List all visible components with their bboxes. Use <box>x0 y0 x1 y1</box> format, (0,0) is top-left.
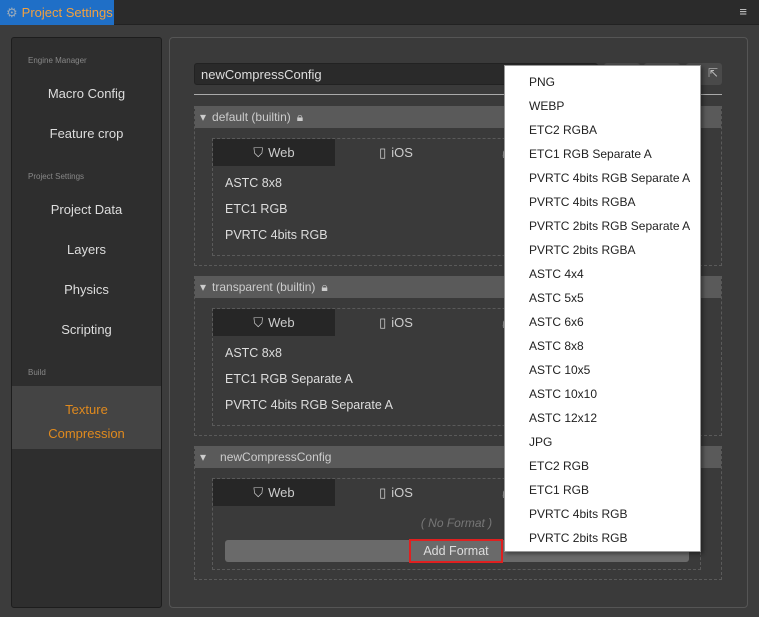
sidebar-item-texture-compression[interactable]: Texture Compression <box>12 386 161 449</box>
menu-item[interactable]: PVRTC 2bits RGB Separate A <box>505 214 700 238</box>
tab-ios[interactable]: ▯ iOS <box>335 309 457 336</box>
sidebar: Engine Manager Macro Config Feature crop… <box>11 37 162 608</box>
sidebar-item-layers[interactable]: Layers <box>12 242 161 257</box>
format-row: PVRTC 4bits RGB <box>225 228 328 242</box>
tab-web[interactable]: ⛉ Web <box>213 139 335 166</box>
phone-icon: ▯ <box>379 484 387 500</box>
tab-web[interactable]: ⛉ Web <box>213 309 335 336</box>
sidebar-item-project-data[interactable]: Project Data <box>12 202 161 217</box>
menu-item[interactable]: PVRTC 2bits RGB <box>505 526 700 550</box>
section-build: Build <box>28 368 46 377</box>
menu-item[interactable]: PVRTC 4bits RGB <box>505 502 700 526</box>
menu-item[interactable]: ASTC 10x10 <box>505 382 700 406</box>
section-engine-manager: Engine Manager <box>28 56 87 65</box>
format-row: PVRTC 4bits RGB Separate A <box>225 398 393 412</box>
menu-item[interactable]: ETC2 RGB <box>505 454 700 478</box>
menu-item[interactable]: ASTC 5x5 <box>505 286 700 310</box>
format-row: ASTC 8x8 <box>225 176 282 190</box>
add-format-button[interactable]: Add Format <box>409 539 503 563</box>
tab-ios[interactable]: ▯ iOS <box>335 139 457 166</box>
menu-item[interactable]: ASTC 4x4 <box>505 262 700 286</box>
caret-down-icon: ▾ <box>200 280 207 294</box>
caret-down-icon: ▾ <box>200 110 207 124</box>
menu-item[interactable]: PVRTC 4bits RGB Separate A <box>505 166 700 190</box>
tab-web[interactable]: ⛉ Web <box>213 479 335 506</box>
html5-icon: ⛉ <box>253 144 264 160</box>
menu-item[interactable]: JPG <box>505 430 700 454</box>
menu-item[interactable]: PVRTC 2bits RGBA <box>505 238 700 262</box>
menu-item[interactable]: ASTC 10x5 <box>505 358 700 382</box>
phone-icon: ▯ <box>379 314 387 330</box>
menu-item[interactable]: WEBP <box>505 94 700 118</box>
menu-item[interactable]: ETC1 RGB Separate A <box>505 142 700 166</box>
menu-item[interactable]: PVRTC 4bits RGBA <box>505 190 700 214</box>
section-project-settings: Project Settings <box>28 172 85 181</box>
sidebar-item-scripting[interactable]: Scripting <box>12 322 161 337</box>
sidebar-item-macro-config[interactable]: Macro Config <box>12 86 161 101</box>
sidebar-item-feature-crop[interactable]: Feature crop <box>12 126 161 141</box>
tab-ios[interactable]: ▯ iOS <box>335 479 457 506</box>
format-row: ETC1 RGB <box>225 202 288 216</box>
html5-icon: ⛉ <box>253 314 264 330</box>
format-row: ETC1 RGB Separate A <box>225 372 353 386</box>
sidebar-item-physics[interactable]: Physics <box>12 282 161 297</box>
lock-icon: 🔒︎ <box>321 279 328 294</box>
format-row: ASTC 8x8 <box>225 346 282 360</box>
lock-icon: 🔒︎ <box>296 109 304 124</box>
hamburger-icon[interactable]: ≡ <box>739 4 747 19</box>
menu-item[interactable]: ETC1 RGB <box>505 478 700 502</box>
caret-down-icon: ▾ <box>200 450 207 464</box>
menu-item[interactable]: ASTC 8x8 <box>505 334 700 358</box>
menu-item[interactable]: ETC2 RGBA <box>505 118 700 142</box>
menu-item[interactable]: ASTC 12x12 <box>505 406 700 430</box>
gear-icon: ⚙ <box>6 4 18 20</box>
menu-item[interactable]: ASTC 6x6 <box>505 310 700 334</box>
phone-icon: ▯ <box>379 144 387 160</box>
menu-item[interactable]: PNG <box>505 70 700 94</box>
format-dropdown-menu: PNG WEBP ETC2 RGBA ETC1 RGB Separate A P… <box>504 65 701 552</box>
project-settings-tab[interactable]: ⚙ Project Settings <box>0 0 114 25</box>
html5-icon: ⛉ <box>253 484 264 500</box>
